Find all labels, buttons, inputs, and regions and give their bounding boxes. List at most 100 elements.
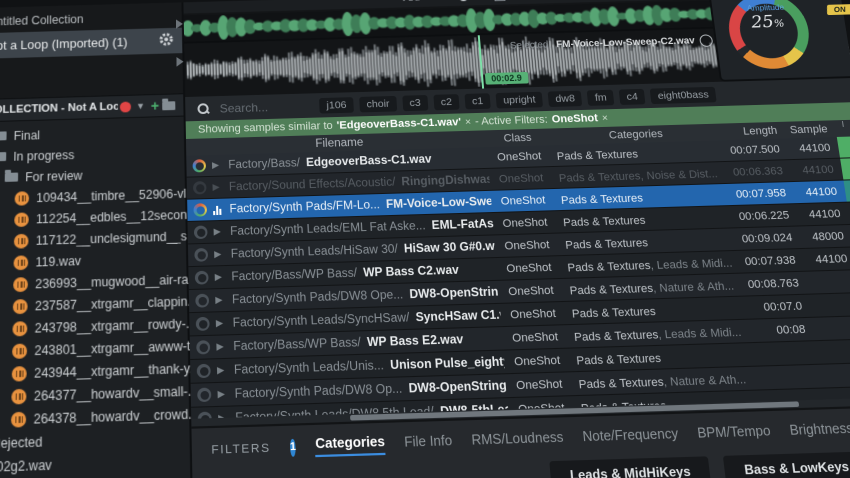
play-icon[interactable]: ▶ xyxy=(214,249,225,261)
main-area: VOL ✓ AUTO-PLAY SIMILARITY ASPECTS 00:02… xyxy=(183,0,850,478)
add-icon[interactable]: + xyxy=(151,98,159,114)
tag-chip[interactable]: c1 xyxy=(464,92,491,109)
tag-chip[interactable]: j106 xyxy=(319,96,354,114)
column-sample[interactable]: Sample xyxy=(776,123,834,136)
class-cell: OneShot xyxy=(505,261,553,275)
play-icon[interactable]: ▶ xyxy=(212,160,222,171)
tag-chip[interactable]: c2 xyxy=(433,93,460,110)
filter-button-bass-lowkeys[interactable]: Bass & LowKeys xyxy=(723,451,850,478)
similarity-ring-icon[interactable] xyxy=(196,363,211,379)
expand-caret-icon[interactable]: ▷ xyxy=(0,173,1,182)
tag-chip[interactable]: upright xyxy=(495,91,544,109)
sample-rate-cell: 44100 xyxy=(808,207,842,221)
loop-icon[interactable] xyxy=(698,34,714,47)
categories-cell: Pads & Textures xyxy=(578,375,665,392)
tree-item-label: 119.wav xyxy=(35,253,82,270)
class-cell: OneShot xyxy=(498,171,544,186)
play-icon[interactable]: ▶ xyxy=(213,226,224,238)
similarity-ring-icon[interactable] xyxy=(193,203,208,217)
class-cell: OneShot xyxy=(504,238,551,253)
tree-item-label: Final xyxy=(13,127,41,143)
play-icon[interactable]: ▶ xyxy=(217,388,228,400)
sidebar: Untitled Collection Not a Loop (Imported… xyxy=(0,2,200,478)
play-icon[interactable]: ▶ xyxy=(216,341,227,353)
folder-icon xyxy=(0,131,7,141)
selected-prefix: Selected: xyxy=(509,39,552,52)
tag-chip[interactable]: choir xyxy=(359,95,397,112)
tag-chip[interactable]: dw8 xyxy=(547,90,583,107)
play-icon[interactable]: ▶ xyxy=(217,364,228,376)
column-length[interactable]: Length xyxy=(716,124,778,138)
file-name: SyncHSaw C1.wav xyxy=(415,308,502,324)
sample-wave-icon xyxy=(13,233,29,249)
sample-rate-cell xyxy=(802,304,850,306)
file-path: Factory/Synth Pads/DW8 Ope... xyxy=(231,288,404,307)
record-color-dot-icon[interactable] xyxy=(119,101,131,113)
tab-categories[interactable]: Categories xyxy=(314,433,386,458)
close-icon[interactable]: × xyxy=(601,113,608,124)
collection-item-selected[interactable]: Not a Loop (Imported) (1) xyxy=(0,27,183,60)
length-cell: 00:08.763 xyxy=(747,276,800,291)
tab-file-info[interactable]: File Info xyxy=(404,433,453,453)
similarity-ring-icon[interactable] xyxy=(197,387,212,403)
tab-note-frequency[interactable]: Note/Frequency xyxy=(582,426,679,448)
folder-icon[interactable] xyxy=(162,100,176,110)
collection-tree: Final In progress ▷ For review 109434__ti… xyxy=(0,117,200,478)
filter-button-leads-midhikeys[interactable]: Leads & MidHiKeys xyxy=(549,456,712,478)
similarity-ring-icon[interactable] xyxy=(196,340,211,355)
sample-wave-icon xyxy=(12,320,28,336)
tag-chip[interactable]: c3 xyxy=(402,94,429,111)
banner-target-file: 'EdgeoverBass-C1.wav' xyxy=(336,116,462,132)
similarity-ring-icon[interactable] xyxy=(195,293,210,308)
autoplay-checkbox[interactable]: ✓ xyxy=(494,0,506,1)
close-icon[interactable]: × xyxy=(465,117,472,128)
file-name: FM-Voice-Low-Sweep-C2.wav xyxy=(385,194,492,211)
similarity-ring-icon[interactable] xyxy=(194,270,209,285)
file-name: WP Bass E2.wav xyxy=(366,333,464,349)
tree-item-label: 264377__howardv__small-... xyxy=(33,383,199,404)
column-heat: I II III IV xyxy=(832,118,850,137)
folder-icon xyxy=(4,172,19,182)
similarity-ring-icon[interactable] xyxy=(195,316,210,331)
similarity-ring-icon[interactable] xyxy=(193,225,208,240)
column-class[interactable]: Class xyxy=(486,131,550,145)
aspect-on-toggle[interactable]: ON xyxy=(827,4,850,16)
tab-brightness[interactable]: Brightness xyxy=(789,421,850,442)
file-name: DW8-OpenStrings-A0.wav xyxy=(409,285,500,301)
sample-wave-icon xyxy=(12,342,28,359)
search-icon xyxy=(197,103,209,115)
similarity-heat-cells xyxy=(841,178,850,202)
collapse-arrow-icon[interactable] xyxy=(175,19,183,29)
chevron-down-icon[interactable]: ▼ xyxy=(136,101,145,111)
sample-rate-cell: 44100 xyxy=(814,252,849,266)
similarity-ring-icon[interactable] xyxy=(194,247,209,262)
sample-wave-icon xyxy=(13,254,29,270)
tag-chip[interactable]: fm xyxy=(587,89,615,106)
file-name: Unison Pulse_eighty_g#0.wav xyxy=(389,354,505,372)
play-icon[interactable]: ▶ xyxy=(215,294,226,306)
tag-chip[interactable]: c4 xyxy=(618,88,646,105)
collapse-arrow-icon[interactable] xyxy=(176,56,184,67)
play-icon[interactable]: ▶ xyxy=(216,317,227,329)
column-heat-i[interactable]: I xyxy=(834,120,850,137)
similarity-ring-icon[interactable] xyxy=(192,159,207,173)
play-icon[interactable]: ▶ xyxy=(215,271,226,283)
length-cell: 00:08 xyxy=(775,322,807,337)
volume-knob[interactable] xyxy=(458,0,469,1)
length-cell: 00:06.225 xyxy=(738,208,790,223)
file-path: Factory/Synth Leads/HiSaw 30/ xyxy=(230,242,399,261)
play-icon[interactable]: ▶ xyxy=(212,182,223,193)
tab-bpm-tempo[interactable]: BPM/Tempo xyxy=(697,423,772,444)
tag-chip[interactable]: eight0bass xyxy=(649,86,717,104)
tab-rms-loudness[interactable]: RMS/Loudness xyxy=(471,430,564,452)
search-input[interactable] xyxy=(217,97,320,117)
class-cell: OneShot xyxy=(507,283,555,298)
class-cell: OneShot xyxy=(513,353,561,369)
file-path: Factory/Synth Leads/Unis... xyxy=(233,359,385,377)
sample-rate-cell: 48000 xyxy=(811,229,845,243)
gear-icon[interactable] xyxy=(158,32,174,50)
length-cell xyxy=(748,376,812,378)
similarity-ring-icon[interactable] xyxy=(192,181,207,195)
sample-wave-icon xyxy=(10,411,27,428)
filters-count-badge: 1 xyxy=(289,438,297,457)
